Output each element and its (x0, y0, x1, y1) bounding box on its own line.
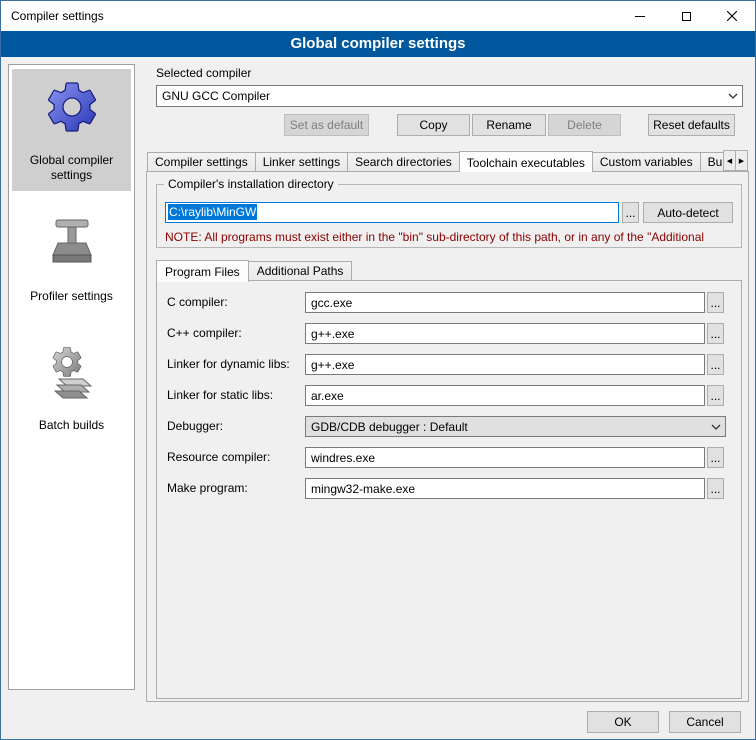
chevron-down-icon (724, 86, 742, 106)
sidebar-item-label: Global compiler settings (14, 153, 129, 183)
minimize-button[interactable] (617, 1, 663, 31)
copy-button[interactable]: Copy (397, 114, 470, 136)
delete-button: Delete (548, 114, 621, 136)
debugger-select[interactable]: GDB/CDB debugger : Default (305, 416, 726, 437)
field-row-c-compiler: C compiler: ... (157, 292, 741, 313)
sidebar-item-global-compiler-settings[interactable]: Global compiler settings (12, 69, 131, 191)
scroll-left-icon: ◀ (727, 157, 732, 165)
close-button[interactable] (709, 1, 755, 31)
tab-program-files[interactable]: Program Files (156, 260, 249, 282)
make-program-input[interactable] (305, 478, 705, 499)
set-as-default-button: Set as default (284, 114, 369, 136)
debugger-label: Debugger: (167, 416, 223, 437)
field-row-make-program: Make program: ... (157, 478, 741, 499)
tab-linker-settings[interactable]: Linker settings (255, 152, 348, 171)
tab-toolchain-executables[interactable]: Toolchain executables (459, 151, 593, 172)
sidebar-item-batch-builds[interactable]: Batch builds (12, 334, 131, 441)
installation-directory-group: Compiler's installation directory C:\ray… (156, 184, 742, 248)
resource-compiler-label: Resource compiler: (167, 447, 270, 468)
field-row-linker-dynamic: Linker for dynamic libs: ... (157, 354, 741, 375)
field-row-linker-static: Linker for static libs: ... (157, 385, 741, 406)
linker-static-input[interactable] (305, 385, 705, 406)
cpp-compiler-input[interactable] (305, 323, 705, 344)
c-compiler-browse-button[interactable]: ... (707, 292, 724, 313)
maximize-button[interactable] (663, 1, 709, 31)
linker-dynamic-label: Linker for dynamic libs: (167, 354, 290, 375)
dialog-header: Global compiler settings (1, 31, 755, 57)
gear-stack-icon (14, 340, 129, 404)
cancel-button[interactable]: Cancel (669, 711, 741, 733)
make-program-label: Make program: (167, 478, 248, 499)
minimize-icon (635, 16, 645, 17)
linker-static-browse-button[interactable]: ... (707, 385, 724, 406)
tab-additional-paths[interactable]: Additional Paths (248, 261, 353, 280)
rename-button[interactable]: Rename (472, 114, 546, 136)
cpp-compiler-browse-button[interactable]: ... (707, 323, 724, 344)
window-controls (617, 1, 755, 31)
sidebar: Global compiler settings Profiler settin… (8, 64, 135, 690)
linker-dynamic-input[interactable] (305, 354, 705, 375)
sidebar-item-profiler-settings[interactable]: Profiler settings (12, 205, 131, 312)
installation-directory-input[interactable]: C:\raylib\MinGW (165, 202, 619, 223)
scroll-right-icon: ▶ (739, 157, 744, 165)
tab-strip: Compiler settings Linker settings Search… (147, 149, 723, 172)
c-compiler-label: C compiler: (167, 292, 228, 313)
debugger-select-value: GDB/CDB debugger : Default (306, 420, 707, 434)
window-title: Compiler settings (11, 1, 104, 31)
resource-compiler-input[interactable] (305, 447, 705, 468)
field-row-resource-compiler: Resource compiler: ... (157, 447, 741, 468)
maximize-icon (682, 12, 691, 21)
profiler-tool-icon (14, 211, 129, 275)
ok-button[interactable]: OK (587, 711, 659, 733)
compiler-select-value: GNU GCC Compiler (157, 89, 724, 103)
installation-directory-note: NOTE: All programs must exist either in … (165, 230, 741, 244)
selected-compiler-label: Selected compiler (156, 66, 251, 80)
titlebar: Compiler settings (1, 1, 755, 31)
chevron-down-icon (707, 417, 725, 436)
tab-build-truncated[interactable]: Buil (700, 152, 723, 171)
sidebar-item-label: Profiler settings (14, 289, 129, 304)
compiler-select[interactable]: GNU GCC Compiler (156, 85, 743, 107)
toolchain-executables-panel: Compiler's installation directory C:\ray… (146, 171, 749, 702)
program-files-panel: C compiler: ... C++ compiler: ... Linker… (156, 280, 742, 699)
linker-dynamic-browse-button[interactable]: ... (707, 354, 724, 375)
installation-directory-selected-text: C:\raylib\MinGW (168, 204, 257, 220)
auto-detect-button[interactable]: Auto-detect (643, 202, 733, 223)
tab-compiler-settings[interactable]: Compiler settings (147, 152, 256, 171)
sidebar-item-label: Batch builds (14, 418, 129, 433)
reset-defaults-button[interactable]: Reset defaults (648, 114, 735, 136)
resource-compiler-browse-button[interactable]: ... (707, 447, 724, 468)
program-tabs: Program Files Additional Paths (156, 258, 351, 281)
installation-directory-group-title: Compiler's installation directory (164, 177, 338, 191)
installation-directory-browse-button[interactable]: ... (622, 202, 639, 223)
field-row-debugger: Debugger: GDB/CDB debugger : Default (157, 416, 741, 437)
close-icon (727, 11, 737, 21)
make-program-browse-button[interactable]: ... (707, 478, 724, 499)
tab-custom-variables[interactable]: Custom variables (592, 152, 701, 171)
field-row-cpp-compiler: C++ compiler: ... (157, 323, 741, 344)
cpp-compiler-label: C++ compiler: (167, 323, 242, 344)
c-compiler-input[interactable] (305, 292, 705, 313)
tab-scroll-buttons: ◀ ▶ (723, 150, 747, 171)
gear-blue-icon (14, 75, 129, 139)
tab-scroll-right-button[interactable]: ▶ (735, 150, 748, 171)
tab-search-directories[interactable]: Search directories (347, 152, 460, 171)
linker-static-label: Linker for static libs: (167, 385, 273, 406)
